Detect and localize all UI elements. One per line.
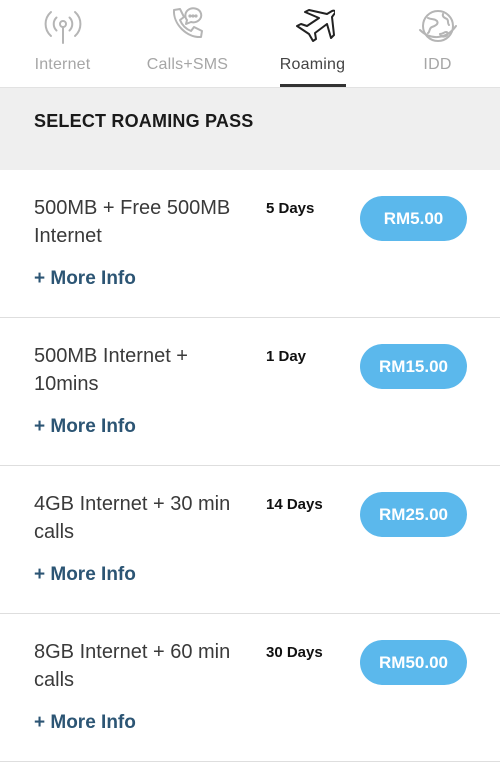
pass-duration: 30 Days [266,644,323,661]
pass-duration: 1 Day [266,348,307,365]
tab-internet[interactable]: Internet [0,0,125,87]
tab-label: Calls+SMS [146,56,229,73]
pass-name: 8GB Internet + 60 min calls [34,641,231,691]
tab-roaming[interactable]: Roaming [250,0,375,87]
more-info-link[interactable]: + More Info [34,712,136,734]
buy-pass-button[interactable]: RM50.00 [360,640,467,685]
pass-name: 4GB Internet + 30 min calls [34,493,231,543]
globe-phone-icon [418,10,457,42]
buy-pass-button[interactable]: RM25.00 [360,492,467,537]
roaming-pass-list: 500MB + Free 500MB Internet 5 Days RM5.0… [0,170,500,762]
pass-duration: 14 Days [266,496,323,513]
airplane-icon [295,9,335,42]
pass-name: 500MB Internet + 10mins [34,345,188,395]
tab-label: IDD [423,56,452,73]
tab-calls-sms[interactable]: Calls+SMS [125,0,250,87]
more-info-link[interactable]: + More Info [34,268,136,290]
tab-label: Roaming [279,56,346,73]
buy-pass-button[interactable]: RM5.00 [360,196,467,241]
category-tabs: Internet Calls+SMS Roaming IDD [0,0,500,88]
tab-label: Internet [34,56,91,73]
signal-tower-icon [44,11,81,44]
list-item: 8GB Internet + 60 min calls 30 Days RM50… [0,614,500,762]
phone-chat-icon [172,7,203,39]
pass-name: 500MB + Free 500MB Internet [34,197,231,247]
active-tab-indicator [279,84,346,87]
section-title: SELECT ROAMING PASS [0,88,500,170]
buy-pass-button[interactable]: RM15.00 [360,344,467,389]
tab-idd[interactable]: IDD [375,0,500,87]
pass-duration: 5 Days [266,200,315,217]
more-info-link[interactable]: + More Info [34,416,136,438]
list-item: 4GB Internet + 30 min calls 14 Days RM25… [0,466,500,614]
list-item: 500MB Internet + 10mins 1 Day RM15.00 + … [0,318,500,466]
list-item: 500MB + Free 500MB Internet 5 Days RM5.0… [0,170,500,318]
more-info-link[interactable]: + More Info [34,564,136,586]
